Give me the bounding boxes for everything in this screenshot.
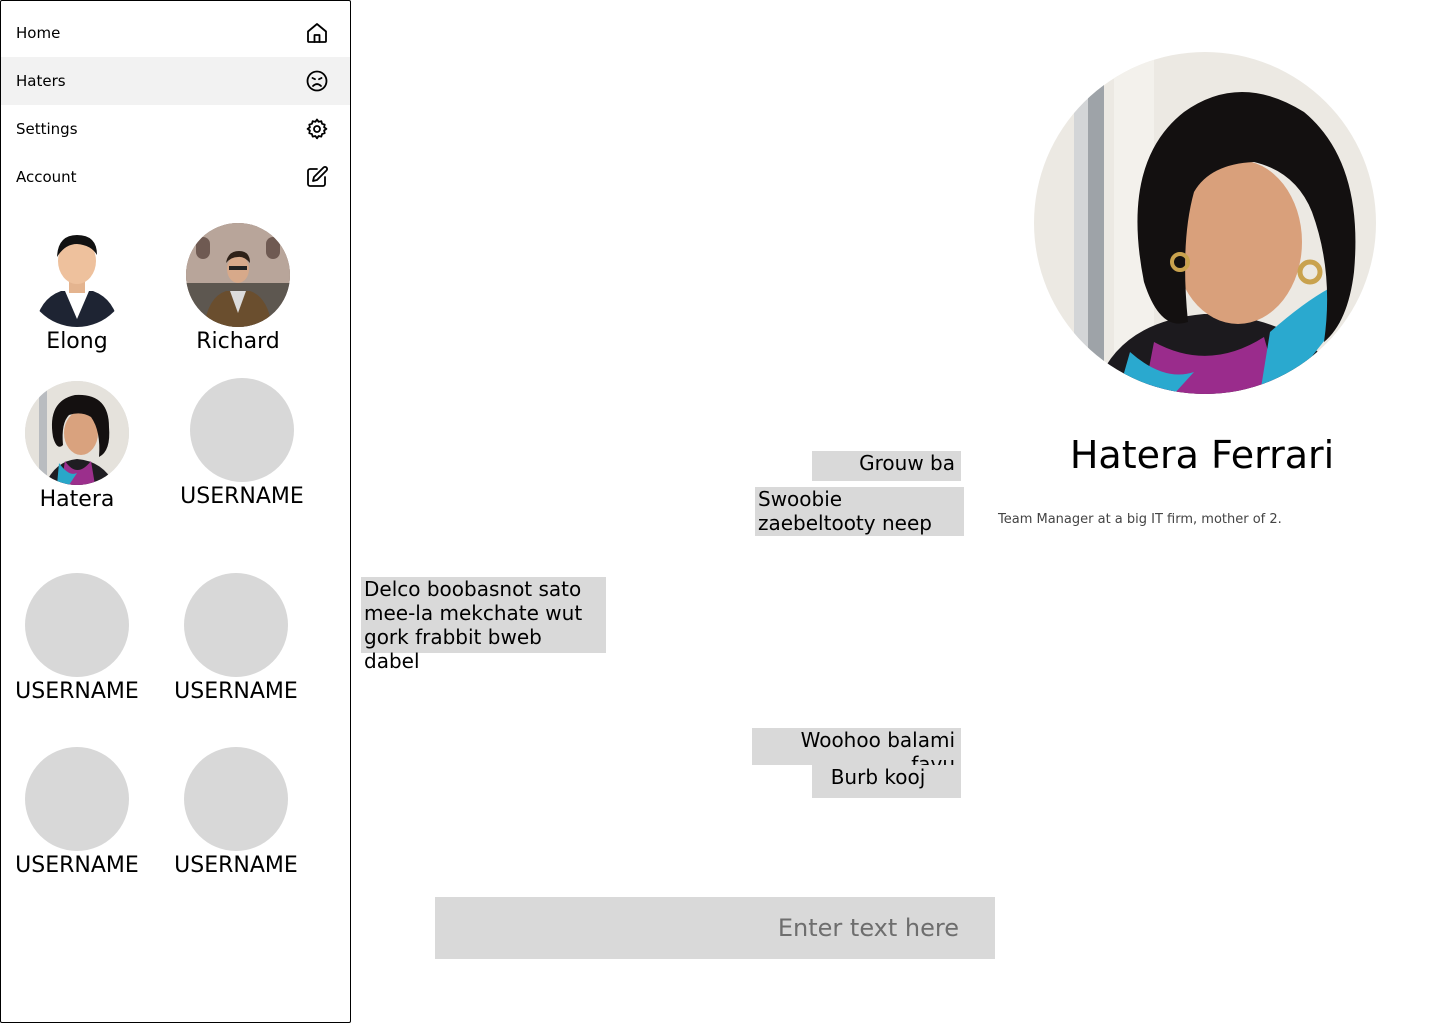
hater-name: USERNAME: [174, 679, 298, 704]
message-text: Swoobie zaebeltooty neep: [758, 487, 932, 535]
hater-card[interactable]: USERNAME: [162, 378, 322, 510]
avatar-placeholder: [25, 747, 129, 851]
nav-item-label: Haters: [16, 72, 66, 90]
profile-bio: Team Manager at a big IT firm, mother of…: [998, 512, 1282, 527]
message-text: Grouw ba: [859, 451, 955, 475]
nav-item-label: Account: [16, 168, 77, 186]
avatar: [25, 223, 129, 327]
hater-name: Richard: [196, 329, 280, 354]
chat-message-outgoing: Swoobie zaebeltooty neep: [755, 487, 964, 536]
message-input[interactable]: [435, 897, 995, 959]
nav-item-label: Settings: [16, 120, 78, 138]
nav-item-settings[interactable]: Settings: [1, 105, 350, 153]
hater-name: USERNAME: [180, 484, 304, 509]
hater-name: Elong: [46, 329, 108, 354]
avatar-placeholder: [25, 573, 129, 677]
frown-face-icon: [304, 68, 330, 94]
avatar: [186, 223, 290, 327]
nav-item-account[interactable]: Account: [1, 153, 350, 201]
avatar: [25, 381, 129, 485]
hater-name: USERNAME: [174, 853, 298, 878]
hater-card-elong[interactable]: Elong: [0, 223, 157, 355]
chat-message-outgoing: Grouw ba: [812, 451, 961, 481]
nav-item-haters[interactable]: Haters: [1, 57, 350, 105]
home-icon: [304, 20, 330, 46]
message-text: Burb kooj: [830, 765, 926, 789]
edit-icon: [304, 164, 330, 190]
hater-name: USERNAME: [15, 679, 139, 704]
hater-name: USERNAME: [15, 853, 139, 878]
hater-card-hatera[interactable]: Hatera: [0, 381, 157, 513]
gear-icon: [304, 116, 330, 142]
hater-card[interactable]: USERNAME: [0, 747, 157, 879]
chat-message-outgoing: Burb kooj: [812, 765, 961, 798]
chat-message-outgoing: Woohoo balami favu: [752, 728, 961, 776]
avatar-placeholder: [184, 573, 288, 677]
hater-card[interactable]: USERNAME: [0, 573, 157, 705]
nav-item-home[interactable]: Home: [1, 9, 350, 57]
profile-name: Hatera Ferrari: [1069, 433, 1335, 477]
hater-name: Hatera: [39, 487, 115, 512]
hater-card[interactable]: USERNAME: [156, 747, 316, 879]
avatar-placeholder: [190, 378, 294, 482]
hater-card[interactable]: USERNAME: [156, 573, 316, 705]
hater-card-richard[interactable]: Richard: [158, 223, 318, 355]
message-text: Delco boobasnot sato mee-la mekchate wut…: [364, 577, 583, 673]
avatar-placeholder: [184, 747, 288, 851]
profile-photo: [1034, 52, 1376, 394]
chat-message-incoming: Delco boobasnot sato mee-la mekchate wut…: [361, 577, 606, 673]
nav-item-label: Home: [16, 24, 61, 42]
sidebar: Home Haters Settings Account Elong Richa…: [0, 0, 351, 1023]
